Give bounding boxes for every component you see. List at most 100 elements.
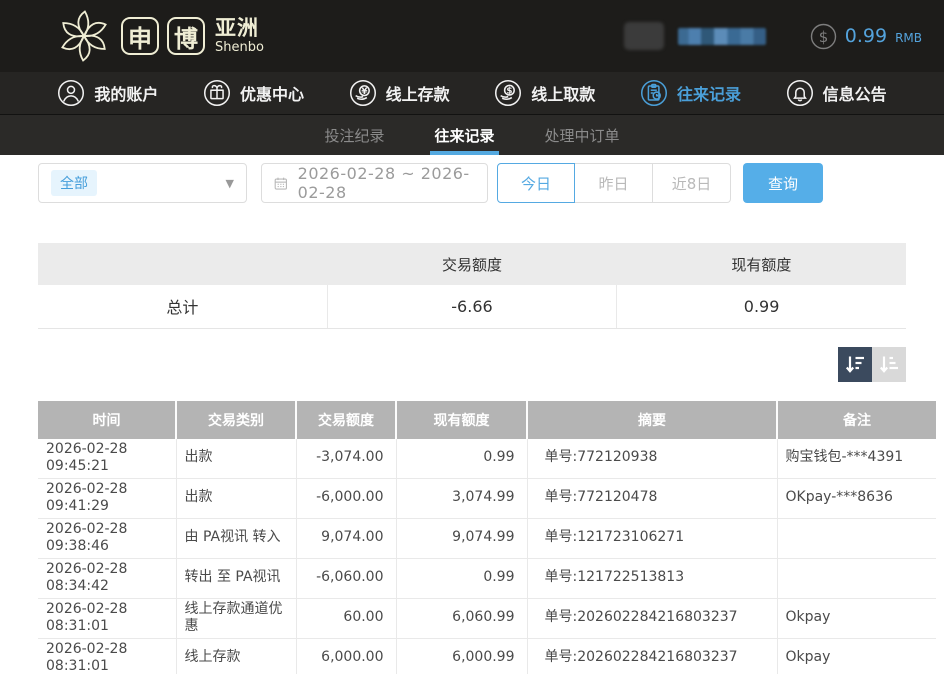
cell-amount: -3,074.00	[296, 439, 396, 479]
table-row: 2026-02-28 09:41:29 出款 -6,000.00 3,074.9…	[38, 478, 936, 518]
deposit-icon: ¥	[349, 79, 377, 107]
cell-amount: -6,060.00	[296, 558, 396, 598]
cell-time: 2026-02-28 08:31:01	[38, 598, 176, 638]
cell-balance: 3,074.99	[396, 478, 527, 518]
cell-summary: 单号:772120938	[527, 439, 777, 479]
col-transaction-type: 交易类别	[176, 401, 296, 439]
quick-btn-today[interactable]: 今日	[497, 163, 575, 203]
main-nav: 我的账户 优惠中心 ¥ 线上存款 $ 线上取款 往来记录	[0, 72, 944, 115]
sort-controls	[38, 347, 906, 382]
nav-item-my-account[interactable]: 我的账户	[57, 79, 158, 107]
date-range-value: 2026-02-28 ~ 2026-02-28	[298, 164, 475, 202]
tab-transaction-records[interactable]: 往来记录	[432, 115, 496, 155]
sort-ascending-button[interactable]	[872, 347, 906, 382]
filter-bar: 全部 ▼ 2026-02-28 ~ 2026-02-28 今日 昨日 近8日 查…	[38, 163, 906, 203]
summary-total-label: 总计	[38, 285, 327, 328]
top-header: 申 博 亚洲 Shenbo $ 0.99 RMB	[0, 0, 944, 72]
cell-remark: 购宝钱包-***4391	[777, 439, 936, 479]
quick-range-group: 今日 昨日 近8日	[497, 163, 731, 203]
logo-char-bo: 博	[167, 17, 205, 55]
nav-label: 信息公告	[823, 81, 887, 105]
cell-remark: Okpay	[777, 598, 936, 638]
svg-text:$: $	[818, 28, 828, 46]
cell-type: 由 PA视讯 转入	[176, 518, 296, 558]
table-row: 2026-02-28 08:34:42 转出 至 PA视讯 -6,060.00 …	[38, 558, 936, 598]
cell-summary: 单号:121722513813	[527, 558, 777, 598]
balance-display[interactable]: $ 0.99 RMB	[810, 23, 922, 50]
cell-amount: 9,074.00	[296, 518, 396, 558]
logo-region-cn: 亚洲	[215, 18, 264, 39]
cell-remark	[777, 558, 936, 598]
cell-time: 2026-02-28 09:41:29	[38, 478, 176, 518]
summary-total-row: 总计 -6.66 0.99	[38, 285, 906, 328]
content-area: 全部 ▼ 2026-02-28 ~ 2026-02-28 今日 昨日 近8日 查…	[0, 155, 944, 674]
table-row: 2026-02-28 09:38:46 由 PA视讯 转入 9,074.00 9…	[38, 518, 936, 558]
cell-type: 转出 至 PA视讯	[176, 558, 296, 598]
cell-balance: 6,060.99	[396, 598, 527, 638]
tab-pending-orders[interactable]: 处理中订单	[543, 115, 622, 155]
transactions-table: 时间 交易类别 交易额度 现有额度 摘要 备注 2026-02-28 09:45…	[38, 401, 936, 674]
cell-balance: 0.99	[396, 558, 527, 598]
summary-table: 交易额度 现有额度 总计 -6.66 0.99	[38, 243, 906, 329]
col-summary: 摘要	[527, 401, 777, 439]
col-time: 时间	[38, 401, 176, 439]
cell-remark	[777, 518, 936, 558]
sub-nav: 投注纪录 往来记录 处理中订单	[0, 115, 944, 155]
cell-time: 2026-02-28 09:45:21	[38, 439, 176, 479]
svg-text:$: $	[507, 86, 513, 96]
nav-item-announcements[interactable]: 信息公告	[786, 79, 887, 107]
cell-balance: 0.99	[396, 439, 527, 479]
summary-header: 交易额度 现有额度	[38, 243, 906, 285]
col-remark: 备注	[777, 401, 936, 439]
cell-balance: 6,000.99	[396, 638, 527, 674]
cell-type: 出款	[176, 478, 296, 518]
summary-col-empty	[38, 243, 327, 285]
sort-descending-button[interactable]	[838, 347, 872, 382]
summary-total-transaction: -6.66	[327, 285, 616, 328]
cell-balance: 9,074.99	[396, 518, 527, 558]
summary-total-balance: 0.99	[617, 285, 906, 328]
username-redacted	[678, 28, 766, 45]
search-button[interactable]: 查询	[743, 163, 823, 203]
quick-btn-yesterday[interactable]: 昨日	[575, 163, 653, 203]
cell-summary: 单号:202602284216803237	[527, 638, 777, 674]
summary-col-transaction-amount: 交易额度	[327, 243, 616, 285]
category-select[interactable]: 全部 ▼	[38, 163, 247, 203]
nav-item-promotions[interactable]: 优惠中心	[203, 79, 304, 107]
transactions-header: 时间 交易类别 交易额度 现有额度 摘要 备注	[38, 401, 936, 439]
chevron-down-icon: ▼	[226, 177, 234, 190]
quick-btn-last8days[interactable]: 近8日	[653, 163, 731, 203]
cell-amount: 6,000.00	[296, 638, 396, 674]
col-current-balance: 现有额度	[396, 401, 527, 439]
logo-char-shen: 申	[121, 17, 159, 55]
cell-summary: 单号:121723106271	[527, 518, 777, 558]
sort-ascending-icon	[878, 353, 900, 375]
cell-type: 出款	[176, 439, 296, 479]
sort-descending-icon	[844, 353, 866, 375]
tab-betting-records[interactable]: 投注纪录	[322, 115, 386, 155]
gift-icon	[203, 79, 231, 107]
records-icon	[640, 79, 668, 107]
balance-currency: RMB	[895, 31, 922, 45]
user-avatar[interactable]	[624, 22, 664, 50]
date-range-input[interactable]: 2026-02-28 ~ 2026-02-28	[261, 163, 488, 203]
nav-item-withdraw[interactable]: $ 线上取款	[494, 79, 595, 107]
cell-time: 2026-02-28 09:38:46	[38, 518, 176, 558]
flower-logo-icon	[55, 7, 113, 65]
table-row: 2026-02-28 09:45:21 出款 -3,074.00 0.99 单号…	[38, 439, 936, 479]
balance-amount: 0.99	[845, 25, 887, 47]
cell-remark: Okpay	[777, 638, 936, 674]
table-row: 2026-02-28 08:31:01 线上存款通道优惠 60.00 6,060…	[38, 598, 936, 638]
table-row: 2026-02-28 08:31:01 线上存款 6,000.00 6,000.…	[38, 638, 936, 674]
nav-label: 优惠中心	[240, 81, 304, 105]
user-icon	[57, 79, 85, 107]
logo-region-en: Shenbo	[215, 41, 264, 54]
brand-logo[interactable]: 申 博 亚洲 Shenbo	[55, 7, 264, 65]
col-transaction-amount: 交易额度	[296, 401, 396, 439]
nav-item-transaction-records[interactable]: 往来记录	[640, 79, 741, 107]
cell-type: 线上存款通道优惠	[176, 598, 296, 638]
nav-label: 线上取款	[531, 81, 595, 105]
nav-item-deposit[interactable]: ¥ 线上存款	[349, 79, 450, 107]
cell-time: 2026-02-28 08:31:01	[38, 638, 176, 674]
nav-label: 往来记录	[677, 81, 741, 105]
